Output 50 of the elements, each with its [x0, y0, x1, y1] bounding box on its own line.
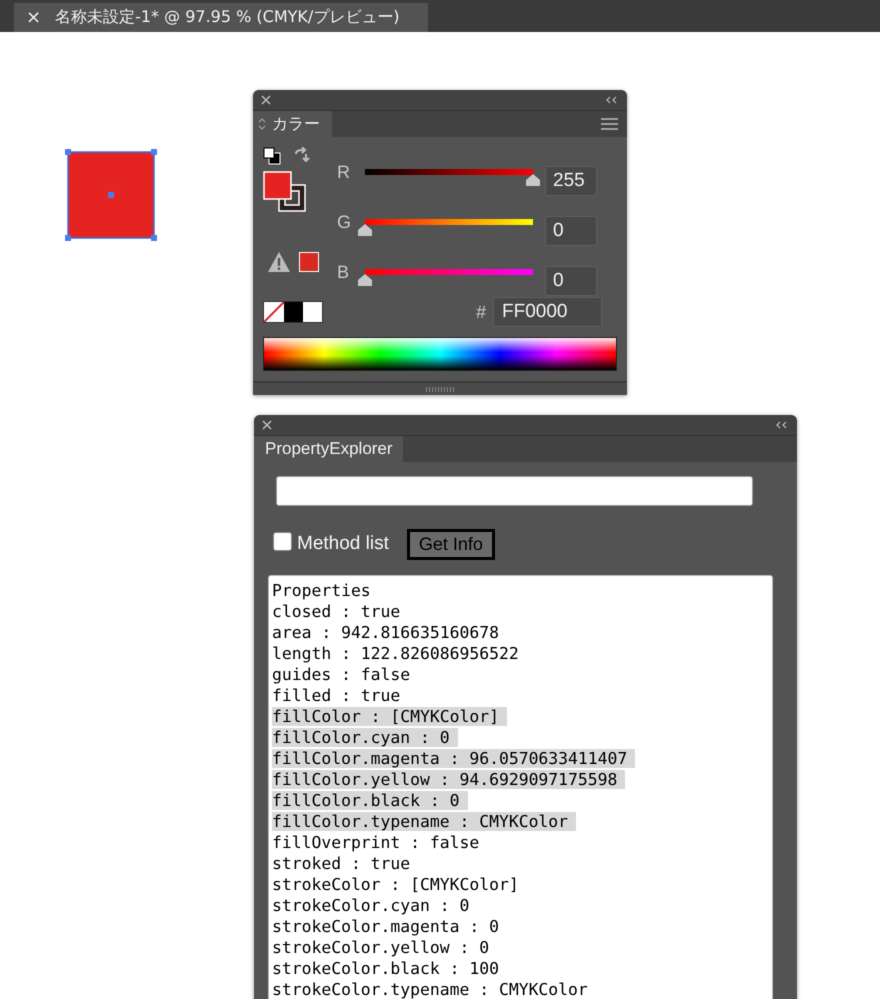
output-line: length : 122.826086956522: [272, 644, 519, 663]
none-swatch-icon[interactable]: [264, 302, 284, 322]
slider-thumb[interactable]: [358, 224, 372, 236]
output-line: strokeColor.yellow : 0: [272, 938, 490, 957]
output-line: filled : true: [272, 686, 400, 705]
channel-value-field[interactable]: 0: [545, 216, 597, 246]
channel-label: G: [337, 212, 352, 232]
collapse-icon[interactable]: [606, 96, 617, 104]
output-line: strokeColor : [CMYKColor]: [272, 875, 519, 894]
selected-rectangle-drawing[interactable]: [64, 148, 158, 242]
input-field[interactable]: [276, 476, 753, 506]
hex-label: #: [476, 302, 486, 322]
fill-stroke-icon[interactable]: [263, 171, 309, 215]
default-colors-icon[interactable]: [263, 147, 281, 165]
close-icon[interactable]: ×: [26, 7, 42, 28]
channel-label: R: [337, 162, 351, 182]
close-icon[interactable]: [261, 95, 271, 105]
panel-tab[interactable]: PropertyExplorer: [254, 436, 403, 462]
checkbox-label[interactable]: Method list: [297, 533, 389, 555]
output-line: Properties: [272, 581, 371, 600]
channel-value-field[interactable]: 0: [545, 266, 597, 296]
get-info-button[interactable]: Get Info: [406, 528, 495, 560]
slider-thumb[interactable]: [526, 174, 540, 186]
checkbox[interactable]: [273, 532, 292, 550]
panel-tab[interactable]: カラー: [253, 111, 332, 137]
hex-field[interactable]: FF0000: [493, 297, 602, 327]
close-icon[interactable]: [262, 420, 272, 430]
document-title: 名称未設定-1* @ 97.95 % (CMYK/プレビュー): [55, 7, 400, 28]
output-line: stroked : true: [272, 854, 410, 873]
swap-arrow-icon[interactable]: [293, 147, 311, 165]
panel-tab-label[interactable]: カラー: [272, 114, 320, 134]
output-line: closed : true: [272, 602, 400, 621]
menu-icon[interactable]: [601, 118, 618, 130]
swatch-row[interactable]: [263, 301, 323, 323]
output-line: guides : false: [272, 665, 410, 684]
slider-thumb[interactable]: [358, 274, 372, 286]
output-line: strokeColor.typename : CMYKColor: [272, 980, 588, 999]
color-spectrum[interactable]: [263, 337, 617, 371]
sort-icon: [258, 117, 266, 131]
channel-label: B: [337, 262, 350, 282]
warning-icon[interactable]: [267, 251, 291, 273]
document-tab[interactable]: × 名称未設定-1* @ 97.95 % (CMYK/プレビュー): [14, 3, 428, 32]
channel-value-field[interactable]: 255: [545, 166, 597, 196]
collapse-icon[interactable]: [776, 421, 787, 429]
output-line: strokeColor.cyan : 0: [272, 896, 470, 915]
output-line: strokeColor.magenta : 0: [272, 917, 499, 936]
output-line: area : 942.816635160678: [272, 623, 499, 642]
output-line: fillOverprint : false: [272, 833, 480, 852]
output-line: strokeColor.black : 100: [272, 959, 499, 978]
gamut-swatch[interactable]: [299, 252, 319, 272]
